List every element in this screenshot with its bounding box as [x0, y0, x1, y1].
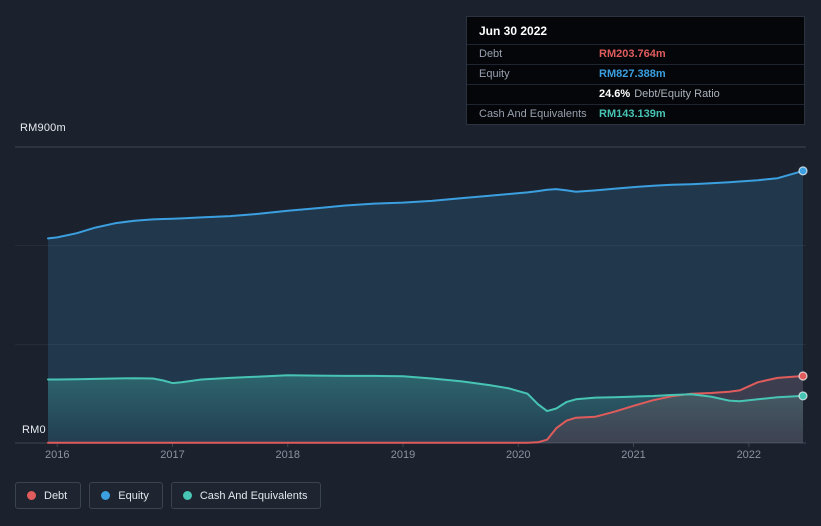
- x-tick-label: 2016: [44, 449, 70, 461]
- tooltip-date: Jun 30 2022: [467, 17, 804, 45]
- equity-color-dot-icon: [101, 491, 111, 500]
- chart-panel: RM900m RM0 2016 2017 2018 2019 2020 2021 2022 …: [0, 0, 821, 526]
- x-tick-label: 2017: [160, 449, 185, 461]
- y-axis-label-max: RM900m: [20, 122, 66, 134]
- tooltip-row-ratio: 24.6% Debt/Equity Ratio: [467, 85, 804, 105]
- x-axis: 2016 2017 2018 2019 2020 2021 2022: [0, 449, 821, 463]
- x-tick-label: 2019: [390, 449, 416, 461]
- legend-item-cash[interactable]: Cash And Equivalents: [170, 482, 322, 509]
- x-tick-label: 2018: [275, 449, 300, 461]
- x-tick-label: 2022: [736, 449, 762, 461]
- tooltip-ratio-value: 24.6%: [599, 88, 631, 100]
- cash-end-marker: [798, 391, 808, 401]
- debt-color-dot-icon: [27, 491, 36, 500]
- legend-item-equity[interactable]: Equity: [89, 482, 163, 509]
- tooltip-value-debt: RM203.764m: [599, 48, 666, 60]
- chart-legend: Debt Equity Cash And Equivalents: [15, 482, 322, 509]
- tooltip-value-equity: RM827.388m: [599, 68, 666, 80]
- cash-color-dot-icon: [182, 491, 192, 500]
- tooltip-ratio-label: Debt/Equity Ratio: [634, 88, 720, 100]
- tooltip-row-equity: Equity RM827.388m: [467, 65, 804, 85]
- tooltip-label-debt: Debt: [479, 48, 503, 60]
- equity-end-marker: [798, 166, 808, 176]
- tooltip-row-cash: Cash And Equivalents RM143.139m: [467, 105, 804, 124]
- y-axis-label-min: RM0: [22, 424, 46, 436]
- legend-item-debt[interactable]: Debt: [15, 482, 82, 509]
- legend-label-debt: Debt: [44, 489, 68, 502]
- chart-tooltip: Jun 30 2022 Debt RM203.764m Equity RM827…: [466, 16, 805, 125]
- legend-label-equity: Equity: [118, 489, 149, 502]
- tooltip-label-equity: Equity: [479, 68, 510, 80]
- x-tick-label: 2021: [621, 449, 646, 461]
- debt-end-marker: [798, 371, 808, 381]
- x-tick-label: 2020: [506, 449, 531, 461]
- tooltip-label-cash: Cash And Equivalents: [479, 108, 587, 120]
- tooltip-row-debt: Debt RM203.764m: [467, 45, 804, 65]
- tooltip-value-cash: RM143.139m: [599, 108, 666, 120]
- legend-label-cash: Cash And Equivalents: [199, 489, 308, 502]
